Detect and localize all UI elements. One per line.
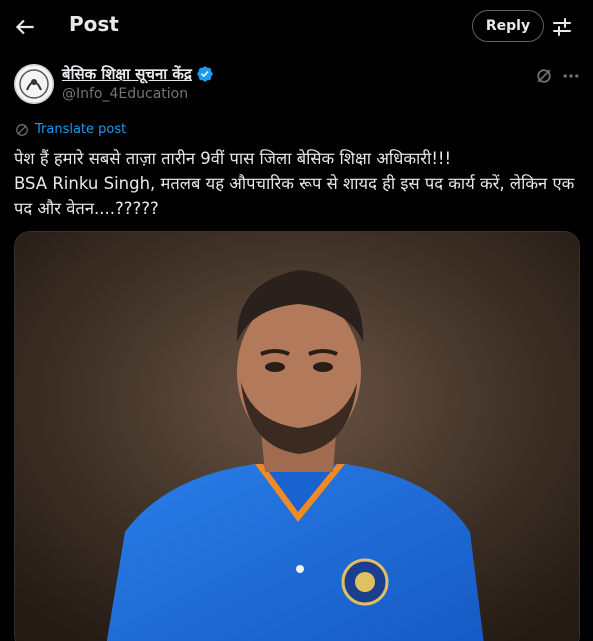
post-text-line-1: पेश हैं हमारे सबसे ताज़ा तारीन 9वीं पास …	[14, 149, 452, 168]
post-header: Post Reply	[0, 0, 593, 53]
sliders-icon[interactable]	[550, 15, 574, 39]
reply-button[interactable]: Reply	[472, 10, 544, 42]
author-name[interactable]: बेसिक शिक्षा सूचना केंद्र	[62, 64, 214, 84]
verified-badge-icon	[197, 66, 213, 82]
portrait-image	[15, 232, 579, 641]
post-image[interactable]	[14, 231, 580, 641]
arrow-left-icon[interactable]	[12, 14, 38, 40]
author-handle[interactable]: @Info_4Education	[62, 86, 188, 102]
post-text-line-2: BSA Rinku Singh, मतलब यह औपचारिक रूप से …	[14, 174, 575, 218]
author-name-text[interactable]: बेसिक शिक्षा सूचना केंद्र	[62, 64, 192, 84]
post-text: पेश हैं हमारे सबसे ताज़ा तारीन 9वीं पास …	[14, 146, 584, 221]
avatar[interactable]	[14, 64, 54, 104]
page-title: Post	[69, 12, 119, 36]
grok-icon[interactable]	[534, 66, 554, 86]
globe-icon	[16, 123, 28, 136]
author-logo-icon	[14, 64, 54, 104]
translate-label[interactable]: Translate post	[35, 122, 126, 137]
more-icon[interactable]	[561, 66, 581, 86]
translate-link[interactable]: Translate post	[15, 122, 126, 137]
